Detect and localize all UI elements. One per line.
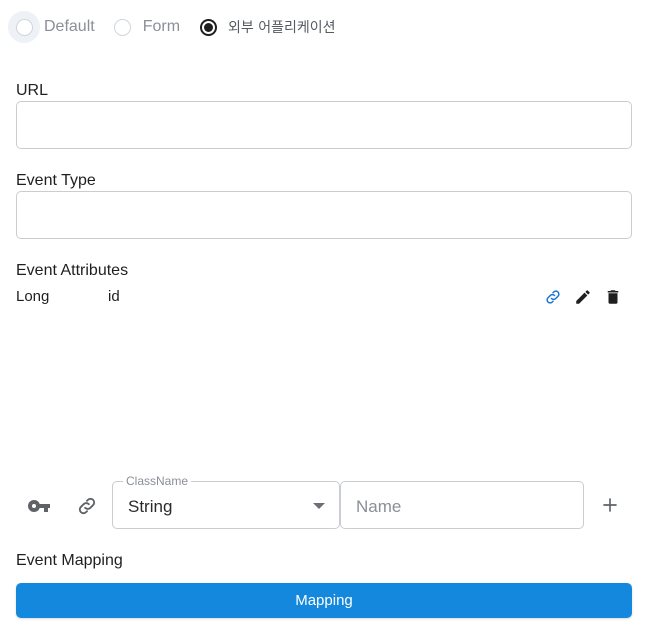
pencil-icon-svg	[576, 290, 590, 304]
attribute-actions	[544, 288, 622, 306]
event-attributes-label: Event Attributes	[16, 262, 129, 279]
link-icon-svg	[546, 290, 560, 304]
radio-external-app-control[interactable]	[192, 11, 224, 43]
radio-external-app-circle	[199, 18, 217, 36]
url-input[interactable]	[16, 101, 632, 149]
radio-default-circle	[15, 18, 33, 36]
event-type-label: Event Type	[16, 172, 96, 189]
attribute-type: Long	[16, 288, 50, 305]
radio-form-control[interactable]	[107, 11, 139, 43]
edit-pencil-icon[interactable]	[574, 288, 592, 306]
radio-option-default[interactable]: Default	[8, 11, 95, 43]
class-name-value: String	[128, 497, 173, 516]
event-type-input[interactable]	[16, 191, 632, 239]
caret-down-icon	[313, 503, 325, 509]
mode-radio-group: Default Form 외부 어플리케이션	[8, 11, 348, 43]
add-attribute-plus-icon[interactable]	[596, 491, 624, 519]
link-toggle-icon-svg	[78, 497, 96, 515]
radio-form-circle	[114, 18, 132, 36]
radio-option-form[interactable]: Form	[107, 11, 180, 43]
trash-icon-svg	[607, 290, 619, 304]
radio-form-label: Form	[142, 18, 181, 35]
attribute-row: Long id	[16, 288, 632, 308]
plus-icon-svg	[603, 498, 617, 512]
class-name-legend: ClassName	[123, 474, 192, 488]
link-icon[interactable]	[544, 288, 562, 306]
url-label: URL	[16, 82, 49, 99]
add-attribute-row: ClassName String Name	[16, 474, 632, 529]
event-mapping-label: Event Mapping	[16, 552, 123, 569]
key-icon-svg	[28, 500, 50, 512]
delete-trash-icon[interactable]	[604, 288, 622, 306]
radio-default-label: Default	[44, 18, 95, 35]
radio-external-app-label: 외부 어플리케이션	[228, 20, 336, 36]
mapping-button[interactable]: Mapping	[16, 583, 632, 618]
link-toggle-icon[interactable]	[74, 493, 100, 519]
radio-default-control[interactable]	[8, 11, 40, 43]
radio-option-external-app[interactable]: 외부 어플리케이션	[192, 11, 336, 43]
attribute-name-input[interactable]: Name	[340, 481, 584, 529]
class-name-select[interactable]: ClassName String	[112, 474, 340, 529]
key-icon[interactable]	[26, 493, 52, 519]
attribute-name: id	[108, 288, 120, 305]
attribute-name-placeholder: Name	[356, 497, 402, 516]
